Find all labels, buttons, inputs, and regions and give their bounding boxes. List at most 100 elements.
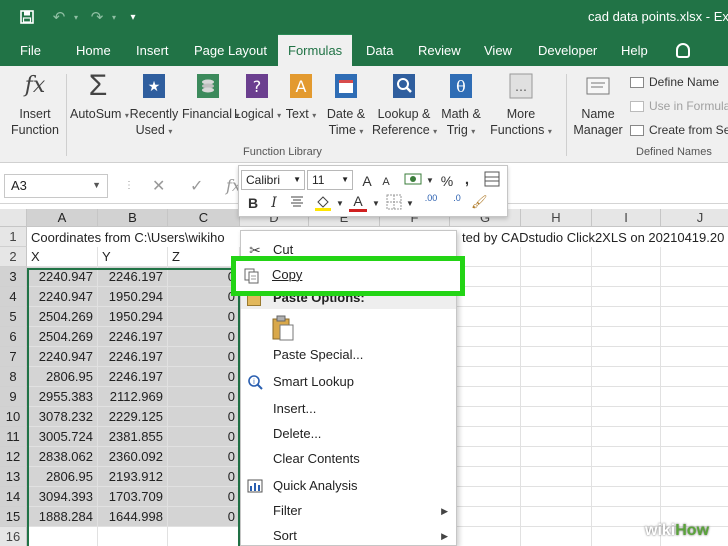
format-painter-grid-icon[interactable]	[483, 171, 501, 192]
row-header-6[interactable]: 6	[0, 327, 27, 347]
borders-icon[interactable]	[385, 194, 403, 215]
cell[interactable]	[521, 267, 592, 287]
data-cell[interactable]: 1644.998	[98, 507, 168, 527]
data-cell[interactable]: 2112.969	[98, 387, 168, 407]
cell[interactable]	[521, 387, 592, 407]
cell[interactable]	[521, 327, 592, 347]
cell[interactable]	[450, 487, 521, 507]
cell[interactable]	[450, 427, 521, 447]
undo-dropdown-icon[interactable]: ▾	[70, 6, 82, 28]
cell[interactable]	[661, 487, 728, 507]
cell[interactable]	[450, 327, 521, 347]
menu-item-quick-analysis[interactable]: Quick Analysis	[241, 474, 456, 498]
comma-style-icon[interactable]: ,	[461, 171, 473, 189]
menu-item-smart-lookup[interactable]: i Smart Lookup	[241, 370, 456, 394]
data-cell[interactable]: 3094.393	[27, 487, 98, 507]
cell[interactable]	[450, 347, 521, 367]
cell[interactable]	[521, 527, 592, 546]
accounting-format-icon[interactable]	[403, 171, 423, 192]
data-cell[interactable]: 2381.855	[98, 427, 168, 447]
menu-item-copy[interactable]: Copy	[240, 262, 457, 288]
increase-decimal-icon[interactable]: .00	[419, 194, 443, 203]
enter-icon[interactable]: ✓	[190, 176, 203, 196]
row-header-16[interactable]: 16	[0, 527, 27, 546]
menu-item-insert[interactable]: Insert...	[241, 397, 456, 421]
save-icon[interactable]	[16, 6, 38, 28]
row-header-2[interactable]: 2	[0, 247, 27, 267]
define-name-button[interactable]: Define Name	[630, 75, 719, 89]
cell-a1[interactable]: Coordinates from C:\Users\wikiho	[31, 228, 225, 248]
menu-item-paste-special[interactable]: Paste Special...	[241, 343, 456, 367]
chevron-down-icon[interactable]: ▼	[371, 195, 381, 213]
data-cell[interactable]: 0	[168, 287, 240, 307]
cell[interactable]	[661, 467, 728, 487]
cell[interactable]	[450, 407, 521, 427]
cell[interactable]	[592, 327, 661, 347]
cell[interactable]	[450, 467, 521, 487]
cell[interactable]	[521, 487, 592, 507]
more-functions-button[interactable]: … More Functions ▾	[488, 72, 554, 140]
cell[interactable]	[521, 347, 592, 367]
data-cell[interactable]: 0	[168, 467, 240, 487]
cell[interactable]	[661, 387, 728, 407]
tab-formulas[interactable]: Formulas	[278, 34, 352, 66]
chevron-down-icon[interactable]: ▼	[335, 195, 345, 213]
cell[interactable]	[450, 367, 521, 387]
data-cell[interactable]: 2240.947	[27, 267, 98, 287]
cell[interactable]	[592, 287, 661, 307]
menu-item-sort[interactable]: Sort ▶	[241, 524, 456, 545]
row-header-11[interactable]: 11	[0, 427, 27, 447]
row-header-12[interactable]: 12	[0, 447, 27, 467]
decrease-decimal-icon[interactable]: .0	[445, 194, 469, 203]
cell[interactable]	[98, 527, 168, 546]
row-header-7[interactable]: 7	[0, 347, 27, 367]
data-cell[interactable]: 0	[168, 427, 240, 447]
cell[interactable]	[661, 307, 728, 327]
data-cell[interactable]: 2360.092	[98, 447, 168, 467]
column-header-b[interactable]: B	[98, 209, 168, 227]
cell[interactable]	[592, 347, 661, 367]
select-all-corner[interactable]	[0, 209, 27, 227]
cell[interactable]	[661, 267, 728, 287]
row-header-9[interactable]: 9	[0, 387, 27, 407]
recently-used-button[interactable]: ★ Recently Used ▾	[126, 72, 182, 140]
data-cell[interactable]: 2240.947	[27, 287, 98, 307]
align-center-icon[interactable]	[289, 195, 305, 213]
data-cell[interactable]: 0	[168, 407, 240, 427]
tab-review[interactable]: Review	[418, 34, 461, 66]
column-header-a[interactable]: A	[27, 209, 98, 227]
data-cell[interactable]: 2806.95	[27, 367, 98, 387]
data-cell[interactable]: 2246.197	[98, 327, 168, 347]
menu-item-delete[interactable]: Delete...	[241, 422, 456, 446]
data-cell[interactable]: 2838.062	[27, 447, 98, 467]
column-header-h[interactable]: H	[521, 209, 592, 227]
header-cell-x[interactable]: X	[27, 247, 98, 267]
tab-home[interactable]: Home	[76, 34, 111, 66]
cell[interactable]	[521, 287, 592, 307]
tab-file[interactable]: File	[20, 34, 41, 66]
tab-insert[interactable]: Insert	[136, 34, 169, 66]
row-header-3[interactable]: 3	[0, 267, 27, 287]
cell[interactable]	[661, 347, 728, 367]
chevron-down-icon[interactable]: ▼	[92, 180, 101, 190]
menu-item-clear-contents[interactable]: Clear Contents	[241, 447, 456, 471]
data-cell[interactable]: 0	[168, 487, 240, 507]
data-cell[interactable]: 2229.125	[98, 407, 168, 427]
chevron-down-icon[interactable]: ▼	[405, 195, 415, 213]
tab-page-layout[interactable]: Page Layout	[194, 34, 267, 66]
math-trig-button[interactable]: θ Math & Trig ▾	[438, 72, 484, 140]
lightbulb-icon[interactable]	[676, 43, 690, 58]
data-cell[interactable]: 2240.947	[27, 347, 98, 367]
data-cell[interactable]: 2504.269	[27, 307, 98, 327]
data-cell[interactable]: 2246.197	[98, 267, 168, 287]
data-cell[interactable]: 0	[168, 367, 240, 387]
data-cell[interactable]: 0	[168, 387, 240, 407]
autosum-button[interactable]: Σ AutoSum ▾	[70, 71, 129, 124]
row-header-1[interactable]: 1	[0, 227, 27, 247]
data-cell[interactable]: 2246.197	[98, 367, 168, 387]
customize-icon[interactable]: ▾	[126, 6, 140, 28]
cell[interactable]	[661, 287, 728, 307]
tab-data[interactable]: Data	[366, 34, 393, 66]
data-cell[interactable]: 1888.284	[27, 507, 98, 527]
cell[interactable]	[592, 447, 661, 467]
